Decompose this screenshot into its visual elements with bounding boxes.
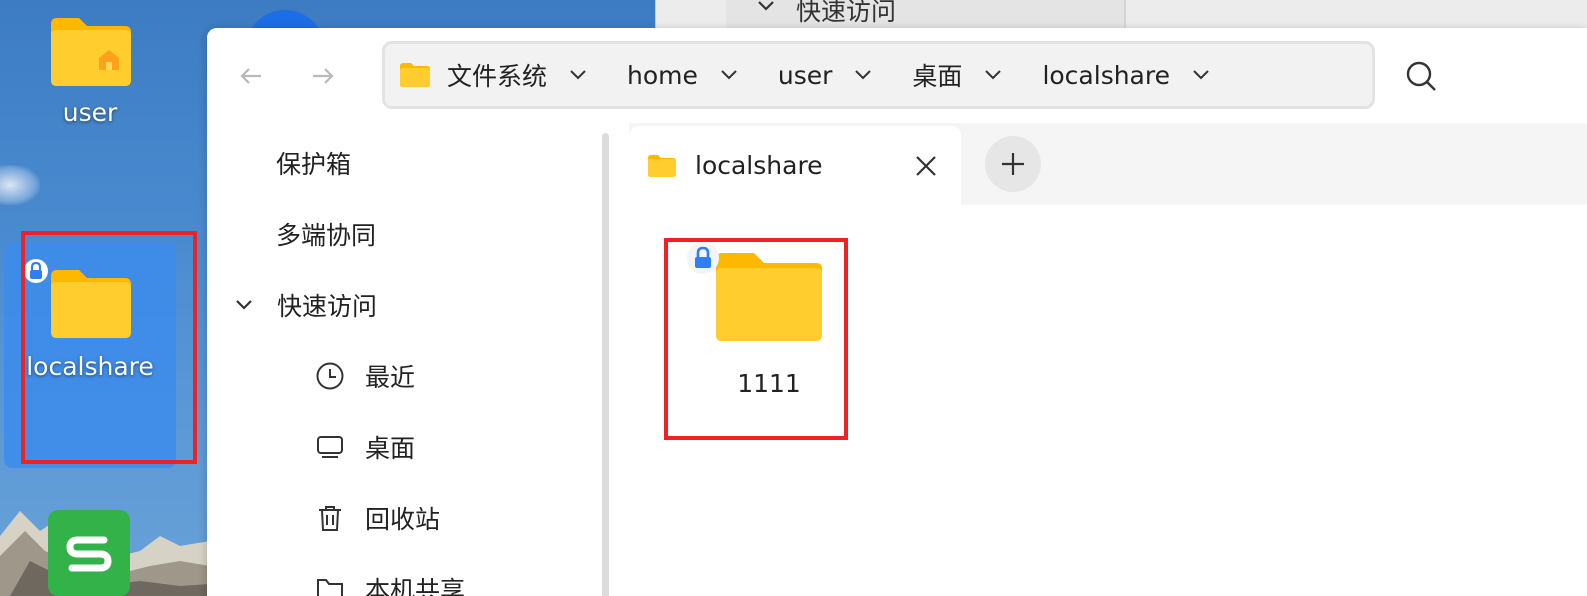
chevron-down-icon[interactable] [852,64,874,86]
breadcrumb-label: localshare [1042,60,1170,90]
chevron-down-icon[interactable] [718,64,740,86]
sidebar-item-label: 多端协同 [276,221,377,250]
sidebar-item-label: 保护箱 [276,150,352,179]
breadcrumb-item-desktop[interactable]: 桌面 [912,57,1004,93]
folder-icon [648,154,676,177]
locked-folder-icon [51,270,131,338]
chevron-down-icon[interactable] [229,290,259,320]
s-letter-icon [66,536,112,572]
file-grid: 1111 [629,205,1587,596]
file-item-1111[interactable]: 1111 [687,235,849,415]
locked-folder-icon [716,253,822,341]
back-button[interactable] [231,56,271,96]
background-window: 快速访问 [655,0,1587,30]
folder-icon [400,63,430,87]
title-bar: 文件系统 home user 桌面 localshare [207,28,1587,123]
sidebar-item-quick-access[interactable]: 快速访问 [229,287,377,323]
desktop-icon-localshare[interactable]: localshare [4,242,176,468]
wps-spreadsheet-app-icon[interactable] [48,510,130,596]
lock-badge-icon [24,259,48,283]
sidebar-item-label: 快速访问 [277,292,378,321]
tab-localshare[interactable]: localshare [629,126,961,205]
file-manager-window: 文件系统 home user 桌面 localshare 保护箱 多端协同 快速… [207,28,1587,596]
tab-close-button[interactable] [911,151,941,181]
file-name: 1111 [737,369,801,398]
arrow-left-icon [240,68,261,84]
sidebar: 保护箱 多端协同 快速访问 最近 桌面 回收站 本机共享 [207,123,622,596]
breadcrumb-label: home [627,60,698,90]
desktop-icon-label: localshare [26,352,154,381]
chevron-down-icon[interactable] [982,64,1004,86]
breadcrumb-item-user[interactable]: user [778,61,875,90]
trash-icon [315,503,345,533]
sidebar-item-trash[interactable]: 回收站 [315,500,440,536]
breadcrumb-label: 文件系统 [447,62,548,91]
plus-icon [1002,153,1024,175]
background-sidebar-label: 快速访问 [796,0,897,26]
sidebar-item-local-share[interactable]: 本机共享 [315,571,465,596]
breadcrumb-label: user [777,60,833,90]
sidebar-item-label: 本机共享 [365,576,466,596]
breadcrumb: 文件系统 home user 桌面 localshare [382,41,1375,109]
sidebar-item-collaboration[interactable]: 多端协同 [276,216,376,252]
desktop-icon-user[interactable]: user [4,14,176,127]
breadcrumb-item-home[interactable]: home [627,61,740,90]
cloud-decoration [0,165,40,205]
lock-badge-icon [687,242,719,274]
sidebar-item-label: 最近 [365,363,416,392]
new-tab-button[interactable] [985,136,1041,192]
close-icon [916,156,936,176]
sidebar-item-vault[interactable]: 保护箱 [276,145,351,181]
sidebar-item-desktop[interactable]: 桌面 [315,429,415,465]
sidebar-item-label: 桌面 [365,434,416,463]
sidebar-item-recent[interactable]: 最近 [315,358,415,394]
chevron-down-icon[interactable] [567,64,589,86]
breadcrumb-item-filesystem[interactable]: 文件系统 [399,57,589,93]
sidebar-item-label: 回收站 [365,505,441,534]
tab-bar: localshare [629,123,1587,205]
chevron-down-icon [758,1,774,11]
sidebar-scrollbar[interactable] [602,133,609,596]
chevron-down-icon[interactable] [1190,64,1212,86]
background-sidebar [726,0,1126,30]
breadcrumb-label: 桌面 [912,62,963,91]
monitor-icon [315,432,345,462]
content-area: localshare 1111 [629,123,1587,596]
tab-label: localshare [695,151,823,180]
search-icon [1406,61,1436,91]
shared-folder-icon [315,574,345,596]
clock-icon [315,361,345,391]
arrow-right-icon [313,68,334,84]
desktop-icon-label: user [62,98,118,127]
home-folder-icon [51,18,131,86]
breadcrumb-item-localshare[interactable]: localshare [1042,61,1212,90]
search-button[interactable] [1400,55,1442,97]
forward-button[interactable] [303,56,343,96]
